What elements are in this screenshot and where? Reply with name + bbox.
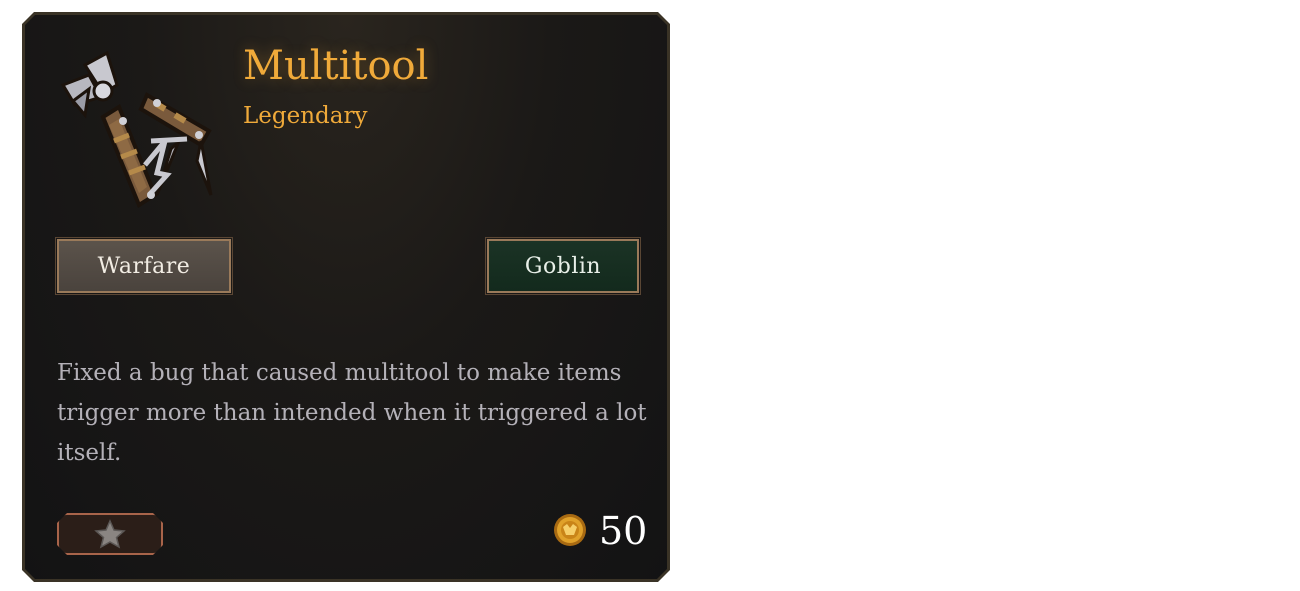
tag-goblin[interactable]: Goblin	[485, 237, 641, 295]
item-tooltip-card: Multitool Legendary Warfare Goblin Fixed…	[22, 12, 670, 582]
star-icon	[94, 519, 126, 549]
item-price: 50	[599, 509, 648, 553]
tag-warfare[interactable]: Warfare	[55, 237, 233, 295]
multitool-icon	[60, 50, 213, 208]
item-rarity: Legendary	[243, 103, 368, 129]
favorite-button[interactable]	[57, 513, 163, 555]
item-description: Fixed a bug that caused multitool to mak…	[57, 360, 647, 466]
item-tooltip-body: Multitool Legendary Warfare Goblin Fixed…	[25, 15, 667, 579]
item-name: Multitool	[243, 43, 429, 89]
gold-coin-icon	[554, 514, 586, 546]
